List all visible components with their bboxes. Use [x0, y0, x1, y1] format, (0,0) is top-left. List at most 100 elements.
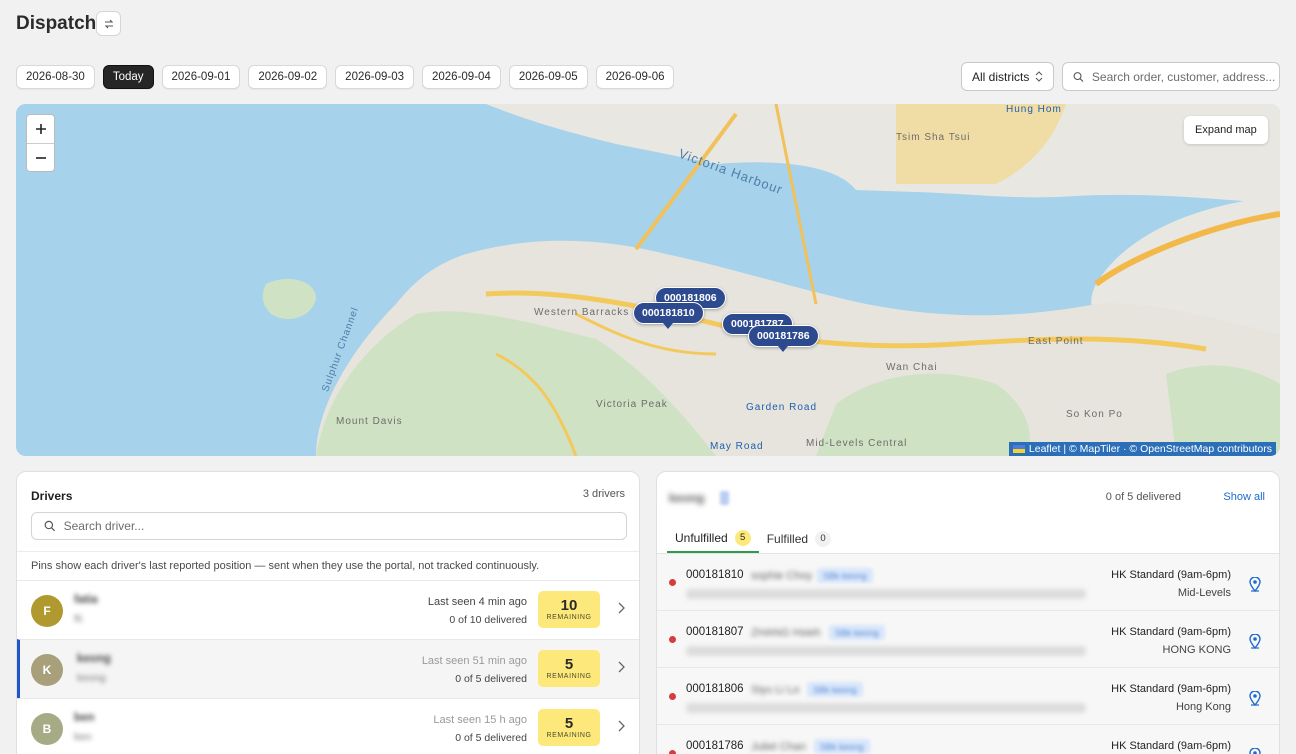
remaining-badge: 10 REMAINING: [538, 591, 600, 628]
order-id[interactable]: 000181806: [686, 683, 744, 695]
avatar: F: [31, 595, 63, 627]
status-dot: [669, 693, 676, 700]
date-button[interactable]: 2026-09-04: [422, 65, 501, 89]
chevron-updown-icon: [1035, 71, 1043, 82]
driver-row[interactable]: Ffatia fti Last seen 4 min ago 0 of 10 deli…: [17, 580, 639, 639]
tab-count: 0: [815, 530, 832, 547]
remaining-badge: 5 REMAINING: [538, 650, 600, 687]
remaining-badge: 5 REMAINING: [538, 709, 600, 746]
tab-label: Fulfilled: [766, 531, 809, 546]
ukraine-flag-icon: [1012, 445, 1025, 453]
location-pin-icon[interactable]: [1249, 747, 1261, 754]
driver-delivered: 0 of 5 delivered: [455, 673, 527, 685]
location-pin-icon[interactable]: [1249, 690, 1261, 711]
order-customer: ZHANG Hsieh: [751, 627, 821, 639]
order-row[interactable]: 000181810 sophie Choy SBk keong HK Standard…: [657, 554, 1279, 611]
map-pin-order[interactable]: 000181810: [633, 302, 704, 329]
order-id[interactable]: 000181810: [686, 569, 744, 581]
map-label-western-barracks: Western Barracks: [534, 307, 630, 318]
order-area: Hong Kong: [1175, 701, 1231, 713]
order-shipping: HK Standard (9am-6pm): [1111, 740, 1231, 752]
remaining-label: REMAINING: [546, 673, 592, 680]
map-label-east-point: East Point: [1028, 336, 1084, 347]
map-label-garden-road: Garden Road: [746, 402, 818, 413]
drivers-note: Pins show each driver's last reported po…: [17, 551, 639, 580]
tab-label: Unfulfilled: [675, 530, 728, 545]
date-button[interactable]: 2026-09-05: [508, 65, 588, 89]
order-address: [686, 589, 1086, 599]
date-button[interactable]: 2026-09-02: [248, 65, 328, 89]
orders-tabs: Unfulfilled 5 Fulfilled 0: [667, 524, 839, 553]
date-button[interactable]: 2026-09-03: [335, 65, 414, 89]
tab-unfulfilled[interactable]: Unfulfilled 5: [667, 524, 759, 553]
order-row[interactable]: 000181807 ZHANG Hsieh SBk keong HK Standard…: [657, 611, 1279, 668]
date-button[interactable]: 2026-09-01: [161, 65, 241, 89]
district-select[interactable]: All districts: [961, 62, 1054, 91]
chevron-right-icon: [617, 660, 625, 676]
status-dot: [669, 579, 676, 586]
location-pin-icon[interactable]: [1249, 633, 1261, 654]
drivers-title: Drivers: [31, 489, 73, 503]
order-shipping: HK Standard (9am-6pm): [1111, 626, 1231, 638]
remaining-count: 5: [564, 715, 574, 732]
map-label-tsim-sha-tsui: Tsim Sha Tsui: [896, 132, 971, 143]
zoom-control: [26, 114, 55, 172]
map-label-victoria-peak: Victoria Peak: [596, 399, 668, 410]
map-label-mid-levels: Mid-Levels Central: [806, 438, 908, 449]
driver-row[interactable]: Kkeong keong Last seen 51 min ago 0 of 5 de…: [17, 639, 639, 698]
driver-delivered: 0 of 10 delivered: [449, 614, 527, 626]
refresh-button[interactable]: [96, 11, 121, 36]
order-tag: SBk keong: [829, 625, 885, 640]
zoom-in-button[interactable]: [27, 115, 54, 143]
zoom-out-button[interactable]: [27, 143, 54, 171]
order-search[interactable]: [1062, 62, 1280, 91]
order-tag: SBk keong: [817, 568, 873, 583]
chevron-right-icon: [617, 719, 625, 735]
date-button[interactable]: 2026-09-06: [595, 65, 675, 89]
chevron-right-icon: [617, 601, 625, 617]
remaining-count: 10: [560, 597, 578, 614]
driver-last-seen: Last seen 4 min ago: [427, 596, 527, 608]
date-selector: 2026-08-30 Today 2026-09-01 2026-09-02 2026-…: [16, 65, 675, 89]
order-address: [686, 703, 1086, 713]
driver-name: fatia: [74, 594, 98, 606]
district-select-value: All districts: [972, 69, 1030, 84]
tab-fulfilled[interactable]: Fulfilled 0: [759, 524, 839, 553]
search-icon: [44, 520, 56, 532]
order-id[interactable]: 000181786: [686, 740, 744, 752]
date-button-today[interactable]: Today: [102, 65, 154, 89]
tab-count: 5: [734, 529, 751, 546]
status-dot: [669, 636, 676, 643]
order-area: Mid-Levels: [1177, 587, 1231, 599]
drivers-panel: Drivers 3 drivers Pins show each driver'…: [16, 471, 640, 754]
map-label-mount-davis: Mount Davis: [336, 416, 403, 427]
show-all-link[interactable]: Show all: [1223, 491, 1265, 503]
page-title: Dispatch: [16, 13, 97, 34]
order-row[interactable]: 000181806 Siyu Li Lo SBk keong HK Standard …: [657, 668, 1279, 725]
map-pin-order[interactable]: 000181786: [748, 325, 819, 352]
map-label-hung-hom: Hung Hom: [1006, 104, 1062, 115]
order-customer: Juliet Chan: [751, 741, 807, 753]
orders-driver-name: keong: [669, 491, 705, 505]
remaining-count: 5: [564, 656, 574, 673]
driver-row[interactable]: Bben ben Last seen 15 h ago 0 of 5 delivere…: [17, 698, 639, 754]
order-area: HONG KONG: [1162, 644, 1231, 656]
order-customer: sophie Choy: [751, 570, 813, 582]
orders-driver-badge: [720, 491, 729, 505]
driver-search[interactable]: [31, 512, 627, 540]
map-label-so-kon-po: So Kon Po: [1066, 409, 1123, 420]
driver-subtitle: fti: [74, 613, 83, 625]
dispatch-map[interactable]: Victoria Harbour Western Barracks Sulphu…: [16, 104, 1280, 456]
driver-search-input[interactable]: [63, 519, 626, 533]
avatar: K: [31, 654, 63, 686]
date-button[interactable]: 2026-08-30: [16, 65, 95, 89]
order-search-input[interactable]: [1091, 69, 1279, 84]
remaining-label: REMAINING: [546, 732, 592, 739]
orders-panel: keong 0 of 5 delivered Show all Unfulfil…: [656, 471, 1280, 754]
order-id[interactable]: 000181807: [686, 626, 744, 638]
location-pin-icon[interactable]: [1249, 576, 1261, 597]
map-attribution: Leaflet | © MapTiler · © OpenStreetMap c…: [1008, 442, 1276, 456]
expand-map-button[interactable]: Expand map: [1184, 116, 1268, 144]
order-row[interactable]: 000181786 Juliet Chan SBk keong HK Standard…: [657, 725, 1279, 754]
order-shipping: HK Standard (9am-6pm): [1111, 683, 1231, 695]
